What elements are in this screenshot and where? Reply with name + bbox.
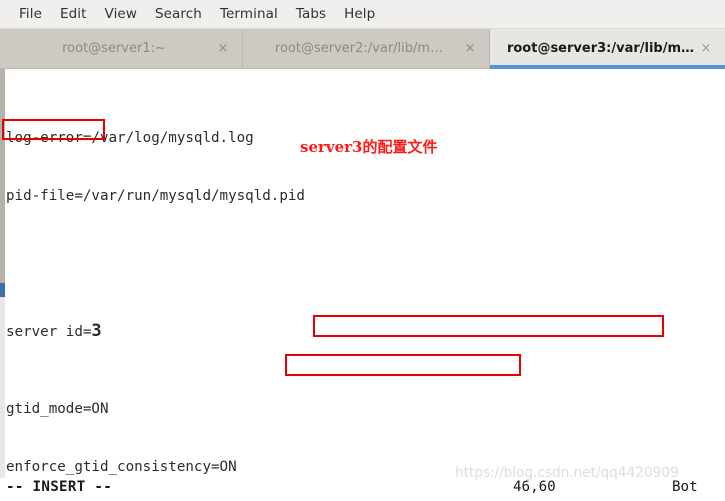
terminal-window: File Edit View Search Terminal Tabs Help…: [0, 0, 725, 501]
terminal-content[interactable]: log-error=/var/log/mysqld.log pid-file=/…: [0, 69, 725, 501]
scroll-location: Bot: [672, 479, 698, 495]
close-icon[interactable]: ×: [699, 41, 713, 56]
config-line: enforce_gtid_consistency=ON: [6, 458, 237, 475]
scrollbar-position-marker: [0, 283, 5, 297]
tab-label: root@server3:/var/lib/m…: [506, 41, 695, 56]
menu-item-file[interactable]: File: [10, 4, 51, 24]
menu-item-edit[interactable]: Edit: [51, 4, 96, 24]
tab-server2[interactable]: root@server2:/var/lib/m… ×: [243, 29, 490, 68]
tab-label: root@server1:~: [62, 41, 166, 56]
menu-item-terminal[interactable]: Terminal: [211, 4, 287, 24]
config-line: pid-file=/var/run/mysqld/mysqld.pid: [6, 188, 305, 205]
menu-item-tabs[interactable]: Tabs: [287, 4, 335, 24]
cursor-position: 46,60: [513, 479, 556, 495]
tab-server1[interactable]: root@server1:~ ×: [0, 29, 243, 68]
annotation-server3-config: server3的配置文件: [300, 138, 438, 156]
config-line: gtid_mode=ON: [6, 400, 109, 417]
tab-bar: root@server1:~ × root@server2:/var/lib/m…: [0, 29, 725, 69]
tab-label: root@server2:/var/lib/m…: [274, 41, 444, 56]
vim-mode-indicator: -- INSERT --: [6, 479, 113, 495]
menu-bar: File Edit View Search Terminal Tabs Help: [0, 0, 725, 29]
close-icon[interactable]: ×: [216, 41, 230, 56]
menu-item-search[interactable]: Search: [146, 4, 211, 24]
menu-item-view[interactable]: View: [96, 4, 146, 24]
menu-item-help[interactable]: Help: [335, 4, 384, 24]
scrollbar[interactable]: [0, 69, 5, 501]
scrollbar-thumb[interactable]: [0, 69, 5, 283]
vim-status-bar: -- INSERT -- 46,60 Bot: [0, 478, 725, 501]
server-id-value: 3: [91, 321, 102, 342]
close-icon[interactable]: ×: [463, 41, 477, 56]
server-id-text: server id=3: [6, 321, 102, 342]
config-line-server-id: server id=3: [6, 322, 725, 341]
tab-server3-active[interactable]: root@server3:/var/lib/m… ×: [490, 29, 725, 69]
